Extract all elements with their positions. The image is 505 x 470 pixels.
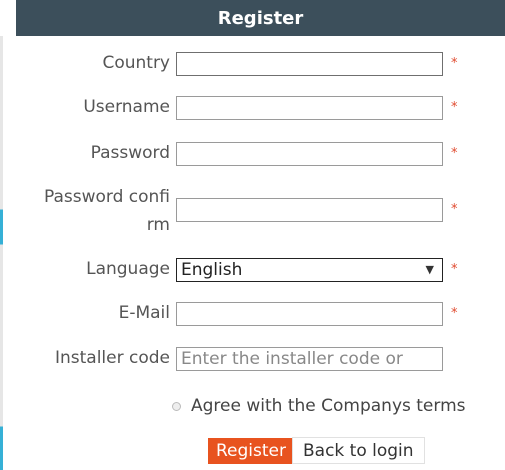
terms-label: Agree with the Companys terms (191, 396, 466, 416)
password-required-mark: * (451, 146, 458, 161)
username-input[interactable] (176, 96, 443, 120)
password-confirm-label-line1: Password confi (43, 187, 170, 207)
country-label: Country (102, 53, 170, 73)
country-required-mark: * (451, 56, 458, 71)
register-header: Register (16, 0, 505, 36)
email-input[interactable] (176, 302, 443, 326)
language-required-mark: * (451, 262, 458, 277)
register-button[interactable]: Register (208, 438, 294, 464)
terms-option[interactable]: Agree with the Companys terms (172, 396, 466, 416)
email-required-mark: * (451, 306, 458, 321)
language-label: Language (86, 259, 170, 279)
installer-code-input[interactable] (176, 347, 443, 371)
country-input[interactable] (176, 52, 443, 76)
password-confirm-label-line2: rm (146, 215, 170, 235)
password-confirm-input[interactable] (176, 198, 443, 222)
email-label: E-Mail (118, 303, 170, 323)
language-selected-value: English (181, 260, 243, 280)
installer-code-label: Installer code (54, 348, 170, 368)
username-label: Username (83, 97, 170, 117)
page-title: Register (217, 7, 304, 29)
language-select[interactable]: English ▼ (176, 258, 443, 282)
left-edge-strip (0, 36, 3, 470)
radio-icon[interactable] (172, 401, 181, 411)
password-input[interactable] (176, 142, 443, 166)
password-label: Password (90, 143, 170, 163)
password-confirm-required-mark: * (451, 202, 458, 217)
back-to-login-button[interactable]: Back to login (292, 437, 425, 464)
chevron-down-icon: ▼ (425, 263, 434, 276)
username-required-mark: * (451, 100, 458, 115)
